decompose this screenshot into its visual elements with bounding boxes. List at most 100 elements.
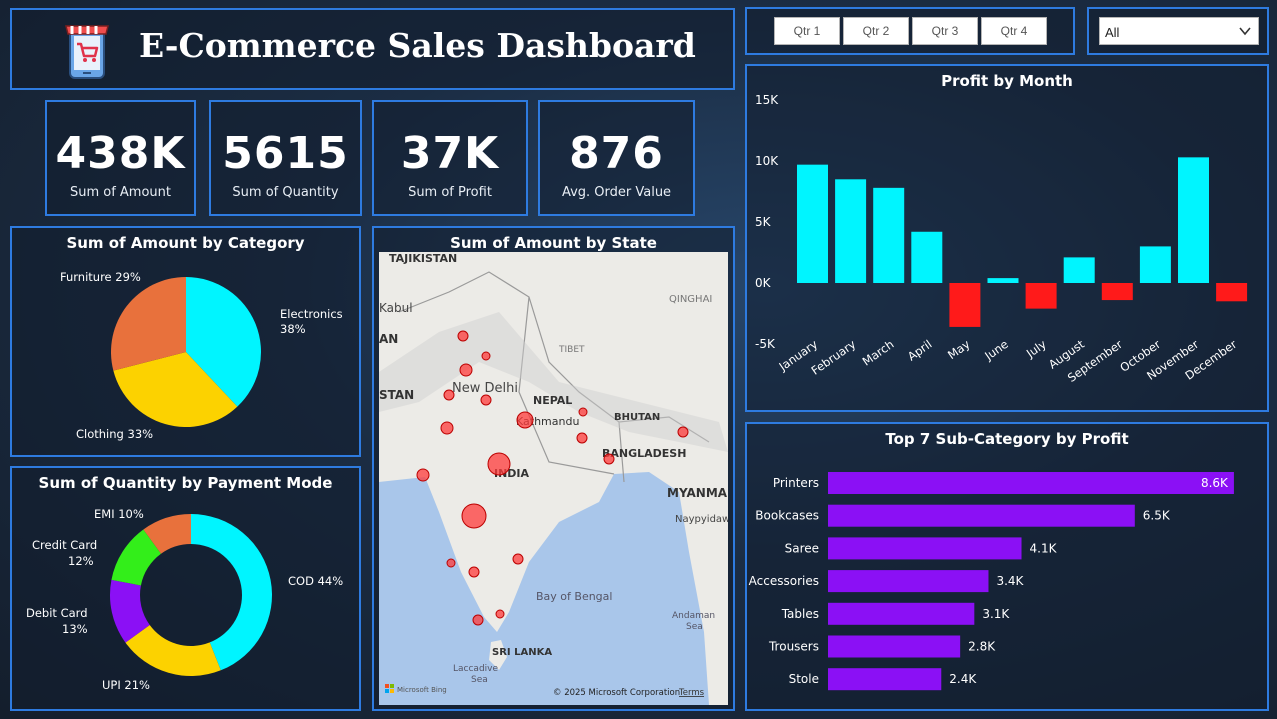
map-terms-link[interactable]: Terms <box>678 688 705 698</box>
bar-september[interactable] <box>1101 283 1133 301</box>
hbar-bookcases[interactable] <box>828 504 1135 527</box>
hbar-stole[interactable] <box>828 668 942 691</box>
hbar-trousers[interactable] <box>828 635 961 658</box>
payment-donut-panel: Sum of Quantity by Payment Mode COD 44% U… <box>10 466 361 711</box>
state-bubble[interactable] <box>446 558 456 568</box>
map-label-bhutan: BHUTAN <box>614 412 660 423</box>
qtr-2-button[interactable]: Qtr 2 <box>843 17 909 45</box>
filter-slicer: All <box>1087 7 1269 55</box>
state-bubble[interactable] <box>459 363 473 377</box>
bar-november[interactable] <box>1178 157 1209 283</box>
logo-text: Microsoft Bing <box>397 686 447 694</box>
dropdown-value: All <box>1105 25 1120 40</box>
data-label: 4.1K <box>1030 541 1058 555</box>
map-label-sea2: Sea <box>471 675 488 685</box>
map-label-bangladesh: BANGLADESH <box>602 447 686 460</box>
state-bubble[interactable] <box>578 407 588 417</box>
state-bubble[interactable] <box>495 609 505 619</box>
shop-cart-icon <box>62 20 112 80</box>
bar-august[interactable] <box>1063 257 1095 283</box>
y-tick-label: 10K <box>755 154 779 168</box>
category-label: Bookcases <box>755 509 819 523</box>
donut-slice-upi[interactable] <box>125 624 221 676</box>
quarter-slicer: Qtr 1 Qtr 2 Qtr 3 Qtr 4 <box>745 7 1075 55</box>
pie-label-furniture: Furniture 29% <box>60 270 141 284</box>
state-bubble[interactable] <box>472 614 484 626</box>
state-map-panel: Sum of Amount by State TAJIKISTAN Kabul QI… <box>372 226 735 711</box>
kpi-label: Sum of Quantity <box>232 185 339 200</box>
state-bubble[interactable] <box>461 503 487 529</box>
state-bubble[interactable] <box>480 394 492 406</box>
map-label-andaman: Andaman <box>672 611 715 621</box>
state-bubble[interactable] <box>487 452 511 476</box>
bar-july[interactable] <box>1025 283 1057 309</box>
map-attribution: © 2025 Microsoft Corporation <box>553 688 680 698</box>
pie-label-clothing: Clothing 33% <box>76 427 153 441</box>
hbar-saree[interactable] <box>828 537 1022 560</box>
qtr-3-button[interactable]: Qtr 3 <box>912 17 978 45</box>
subcategory-panel: Top 7 Sub-Category by Profit Printers 8.6… <box>745 422 1269 711</box>
state-bubble[interactable] <box>440 421 454 435</box>
x-tick-label: July <box>1023 337 1049 361</box>
bar-may[interactable] <box>949 283 981 327</box>
india-bubble-map[interactable]: TAJIKISTAN Kabul QINGHAI AN TIBET STAN New Del… <box>379 252 728 705</box>
page-title: E-Commerce Sales Dashboard <box>139 26 696 65</box>
bar-october[interactable] <box>1139 246 1171 283</box>
state-bubble[interactable] <box>481 351 491 361</box>
state-bubble[interactable] <box>468 566 480 578</box>
kpi-value: 438K <box>55 128 186 179</box>
state-bubble[interactable] <box>443 389 455 401</box>
bar-december[interactable] <box>1216 283 1248 302</box>
y-tick-label: -5K <box>755 337 776 351</box>
qtr-1-button[interactable]: Qtr 1 <box>774 17 840 45</box>
data-label: 3.4K <box>996 574 1024 588</box>
profit-month-panel: Profit by Month -5K 0K 5K 10K 15K January Febr… <box>745 64 1269 412</box>
state-bubble[interactable] <box>603 453 615 465</box>
kpi-label: Sum of Amount <box>69 185 172 200</box>
hbar-accessories[interactable] <box>828 570 989 593</box>
donut-label-cod: COD 44% <box>288 574 343 588</box>
state-bubble[interactable] <box>416 468 430 482</box>
map-label-myanmar: MYANMA <box>667 486 728 500</box>
bar-january[interactable] <box>797 164 828 283</box>
bar-june[interactable] <box>987 278 1019 283</box>
category-label: Trousers <box>768 640 819 654</box>
kpi-card-profit: 37K Sum of Profit <box>372 100 528 216</box>
state-bubble[interactable] <box>457 330 469 342</box>
data-label: 2.8K <box>968 640 996 654</box>
payment-donut-chart: COD 44% UPI 21% Debit Card 13% Credit Card 12… <box>26 507 343 692</box>
x-tick-label: April <box>905 337 935 364</box>
chevron-down-icon <box>1238 24 1252 41</box>
bar-march[interactable] <box>873 187 905 283</box>
category-label: Accessories <box>749 574 819 588</box>
x-tick-label: May <box>945 337 973 362</box>
kpi-label: Avg. Order Value <box>561 185 672 200</box>
kpi-card-quantity: 5615 Sum of Quantity <box>209 100 362 216</box>
data-label: 3.1K <box>982 607 1010 621</box>
map-label-tajikistan: TAJIKISTAN <box>389 252 457 265</box>
bar-february[interactable] <box>835 179 867 283</box>
header-panel: E-Commerce Sales Dashboard <box>10 8 735 90</box>
state-bubble[interactable] <box>677 426 689 438</box>
y-tick-label: 5K <box>755 215 772 229</box>
x-tick-label: June <box>981 337 1010 363</box>
kpi-label: Sum of Profit <box>408 185 492 200</box>
y-tick-label: 15K <box>755 93 779 107</box>
filter-dropdown[interactable]: All <box>1099 17 1259 45</box>
hbar-printers[interactable] <box>828 472 1234 494</box>
bar-april[interactable] <box>911 231 943 283</box>
y-tick-label: 0K <box>755 276 772 290</box>
chart-title: Sum of Amount by State <box>450 234 657 252</box>
state-bubble[interactable] <box>576 432 588 444</box>
hbar-tables[interactable] <box>828 602 975 625</box>
state-bubble[interactable] <box>516 411 534 429</box>
map-label-kabul: Kabul <box>379 301 413 315</box>
qtr-4-button[interactable]: Qtr 4 <box>981 17 1047 45</box>
donut-label-emi: EMI 10% <box>94 507 144 521</box>
data-label: 6.5K <box>1143 509 1171 523</box>
profit-by-month-chart: -5K0K5K10K15KJanuaryFebruary March April Ma… <box>755 93 1248 385</box>
kpi-card-avg-order: 876 Avg. Order Value <box>538 100 695 216</box>
map-label-an: AN <box>379 332 398 346</box>
state-bubble[interactable] <box>512 553 524 565</box>
map-label-new-delhi: New Delhi <box>452 381 518 396</box>
